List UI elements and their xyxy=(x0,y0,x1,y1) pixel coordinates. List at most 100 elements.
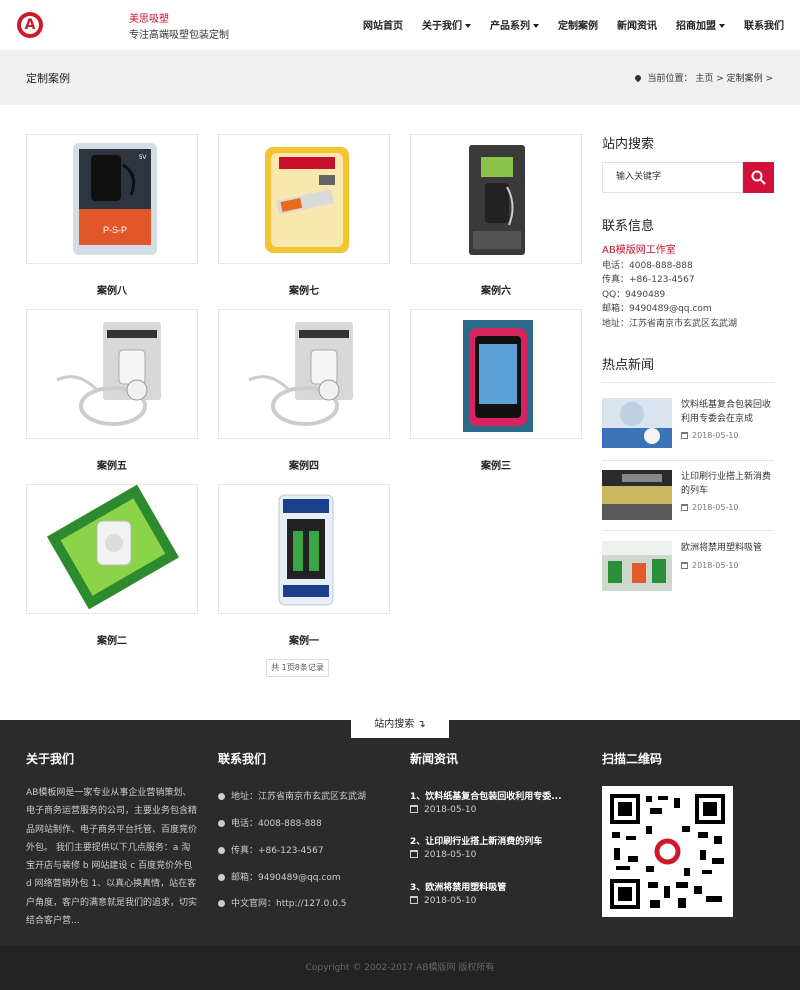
case-image-battery-charger[interactable] xyxy=(218,484,390,614)
sidebar-news-title: 热点新闻 xyxy=(602,358,655,373)
case-title[interactable]: 案例四 xyxy=(218,457,390,472)
news-title[interactable]: 饮料纸基复合包装回收利用专委会在京成 xyxy=(681,398,774,426)
footer-news-date: 2018-05-10 xyxy=(410,896,476,906)
usb-drive-blister-pack-image xyxy=(265,147,349,253)
nav-contact[interactable]: 联系我们 xyxy=(744,17,784,32)
brand-slogan: 专注高端吸塑包装定制 xyxy=(129,30,229,41)
divider xyxy=(602,460,774,461)
chevron-down-icon xyxy=(533,24,539,28)
logo[interactable]: A xyxy=(17,12,43,38)
news-item[interactable]: 让印刷行业搭上新消费的列车 2018-05-10 xyxy=(602,470,774,520)
page-banner: 定制案例 当前位置： 主页 > 定制案例 > xyxy=(0,50,800,105)
news-thumbnail[interactable] xyxy=(602,470,672,520)
qr-code-image xyxy=(602,786,733,917)
case-title[interactable]: 案例二 xyxy=(26,632,198,647)
case-title[interactable]: 案例七 xyxy=(218,282,390,297)
nav-home[interactable]: 网站首页 xyxy=(363,17,403,32)
nav-products[interactable]: 产品系列 xyxy=(490,17,539,32)
qr-code xyxy=(602,786,733,917)
footer-news-link[interactable]: 3、欧洲将禁用塑料吸管 xyxy=(410,880,506,893)
news-title[interactable]: 欧洲将禁用塑料吸管 xyxy=(681,541,774,555)
footer-search-tab[interactable]: 站内搜索 ↴ xyxy=(351,712,449,738)
footer-news-link[interactable]: 2、让印刷行业搭上新消费的列车 xyxy=(410,834,542,847)
phone-icon xyxy=(218,820,225,827)
site-header: A 美思吸塑 专注高端吸塑包装定制 网站首页 关于我们 产品系列 定制案例 新闻… xyxy=(0,0,800,50)
search-button[interactable] xyxy=(743,162,774,193)
footer-fax: 传真：+86-123-4567 xyxy=(218,843,324,856)
case-card[interactable]: 案例五 xyxy=(26,309,198,472)
footer-news-link[interactable]: 1、饮料纸基复合包装回收利用专委... xyxy=(410,789,562,802)
sidebar-search-title: 站内搜索 xyxy=(602,137,655,152)
case-image-car-charger[interactable] xyxy=(410,134,582,264)
footer-about-title: 关于我们 xyxy=(26,752,75,766)
calendar-icon xyxy=(410,805,418,813)
case-title[interactable]: 案例三 xyxy=(410,457,582,472)
case-title[interactable]: 案例五 xyxy=(26,457,198,472)
main-nav: 网站首页 关于我们 产品系列 定制案例 新闻资讯 招商加盟 联系我们 xyxy=(344,17,784,32)
footer-news-title: 新闻资讯 xyxy=(410,752,459,766)
calendar-icon xyxy=(681,562,688,569)
case-title[interactable]: 案例八 xyxy=(26,282,198,297)
calendar-icon xyxy=(681,504,688,511)
case-title[interactable]: 案例六 xyxy=(410,282,582,297)
nav-about[interactable]: 关于我们 xyxy=(422,17,471,32)
footer-contact-title: 联系我们 xyxy=(218,752,267,766)
news-date: 2018-05-10 xyxy=(681,561,739,570)
case-image-phone-case[interactable] xyxy=(410,309,582,439)
news-item[interactable]: 欧洲将禁用塑料吸管 2018-05-10 xyxy=(602,541,774,591)
contact-studio: AB模版网工作室 xyxy=(602,245,676,256)
news-thumbnail[interactable] xyxy=(602,398,672,448)
case-image-usb-charger-cable[interactable] xyxy=(26,309,198,439)
case-card[interactable]: 案例七 xyxy=(218,134,390,297)
footer-qr-title: 扫描二维码 xyxy=(602,752,663,766)
location-pin-icon xyxy=(634,73,643,82)
svg-text:5V: 5V xyxy=(139,155,146,161)
divider xyxy=(602,382,774,383)
case-card[interactable]: 案例三 xyxy=(410,309,582,472)
footer-about-text: AB模板网是一家专业从事企业营销策划、电子商务运营服务的公司，主要业务包含精品网… xyxy=(26,788,198,927)
case-image-adapter[interactable]: P-S-P 5V xyxy=(26,134,198,264)
search-input[interactable]: 输入关键字 xyxy=(602,162,743,193)
case-title[interactable]: 案例一 xyxy=(218,632,390,647)
pagination-info: 共 1页8条记录 xyxy=(266,659,329,677)
search-icon xyxy=(751,170,766,185)
nav-cases[interactable]: 定制案例 xyxy=(558,17,598,32)
case-card[interactable]: 案例四 xyxy=(218,309,390,472)
usb-car-charger-cable-pack-image xyxy=(248,322,353,426)
case-image-wall-plug[interactable] xyxy=(26,484,198,614)
case-card[interactable]: 案例二 xyxy=(26,484,198,647)
calendar-icon xyxy=(681,432,688,439)
contact-phone: 电话：4008-888-888 xyxy=(602,260,693,271)
calendar-icon xyxy=(410,850,418,858)
case-card[interactable]: P-S-P 5V 案例八 xyxy=(26,134,198,297)
svg-text:P-S-P: P-S-P xyxy=(103,225,127,235)
case-card[interactable]: 案例一 xyxy=(218,484,390,647)
battery-charger-blister-pack-image xyxy=(278,494,334,606)
case-image-usb[interactable] xyxy=(218,134,390,264)
case-image-usb-charger-cable[interactable] xyxy=(218,309,390,439)
nav-franchise[interactable]: 招商加盟 xyxy=(676,17,725,32)
news-item[interactable]: 饮料纸基复合包装回收利用专委会在京成 2018-05-10 xyxy=(602,398,774,448)
chevron-down-icon xyxy=(465,24,471,28)
car-charger-blister-pack-image xyxy=(469,145,525,255)
news-thumbnail[interactable] xyxy=(602,541,672,591)
footer-address: 地址：江苏省南京市玄武区玄武湖 xyxy=(218,789,366,802)
location-pin-icon xyxy=(218,793,225,800)
usb-car-charger-cable-pack-image xyxy=(56,322,161,426)
case-card[interactable]: 案例六 xyxy=(410,134,582,297)
news-title[interactable]: 让印刷行业搭上新消费的列车 xyxy=(681,470,774,498)
divider xyxy=(602,530,774,531)
footer-news-date: 2018-05-10 xyxy=(410,805,476,815)
contact-email: 邮箱：9490489@qq.com xyxy=(602,304,712,314)
site-footer: 站内搜索 ↴ 关于我们 AB模板网是一家专业从事企业营销策划、电子商务运营服务的… xyxy=(0,712,800,946)
breadcrumb: 当前位置： 主页 > 定制案例 > xyxy=(634,71,773,84)
footer-website[interactable]: 中文官网：http://127.0.0.5 xyxy=(218,896,347,909)
nav-news[interactable]: 新闻资讯 xyxy=(617,17,657,32)
footer-email: 邮箱：9490489@qq.com xyxy=(218,870,341,883)
contact-fax: 传真：+86-123-4567 xyxy=(602,275,695,285)
contact-info: AB模版网工作室 电话：4008-888-888 传真：+86-123-4567… xyxy=(602,244,737,331)
news-date: 2018-05-10 xyxy=(681,431,739,440)
footer-news-date: 2018-05-10 xyxy=(410,850,476,860)
breadcrumb-text[interactable]: 当前位置： 主页 > 定制案例 > xyxy=(647,71,773,84)
logo-letter: A xyxy=(24,17,36,33)
